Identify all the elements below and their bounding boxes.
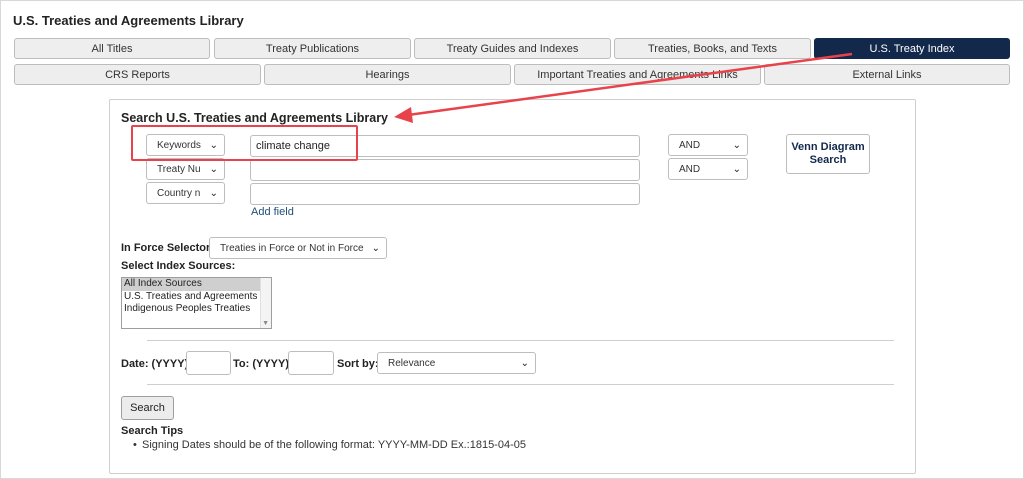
tab-crs-reports[interactable]: CRS Reports <box>14 64 261 85</box>
chevron-down-icon: ⌄ <box>732 139 741 151</box>
in-force-label: In Force Selector: <box>121 242 214 254</box>
index-source-option[interactable]: All Index Sources <box>122 278 271 291</box>
chevron-down-icon: ⌄ <box>209 163 218 175</box>
tab-important-treaties-links[interactable]: Important Treaties and Agreements Links <box>514 64 761 85</box>
date-to-input[interactable] <box>288 351 334 375</box>
tab-treaty-publications[interactable]: Treaty Publications <box>214 38 411 59</box>
tab-treaties-books-and-texts[interactable]: Treaties, Books, and Texts <box>614 38 811 59</box>
tab-external-links[interactable]: External Links <box>764 64 1010 85</box>
chevron-down-icon: ⌄ <box>520 357 529 369</box>
operator-select-1[interactable]: AND ⌄ <box>668 134 748 156</box>
sort-by-label: Sort by: <box>337 358 379 370</box>
index-source-option[interactable]: Indigenous Peoples Treaties <box>122 303 271 316</box>
sort-by-select[interactable]: Relevance ⌄ <box>377 352 536 374</box>
chevron-down-icon: ⌄ <box>371 242 380 254</box>
keyword-input-3[interactable] <box>250 183 640 205</box>
search-panel-title: Search U.S. Treaties and Agreements Libr… <box>121 111 389 125</box>
venn-diagram-search-button[interactable]: Venn Diagram Search <box>786 134 870 174</box>
chevron-down-icon: ⌄ <box>209 139 218 151</box>
field-select-2[interactable]: Treaty Nu ⌄ <box>146 158 225 180</box>
operator-select-1-value: AND <box>679 139 701 151</box>
in-force-select-value: Treaties in Force or Not in Force <box>220 242 364 254</box>
divider <box>147 340 894 341</box>
listbox-scrollbar[interactable]: ▼ <box>260 278 271 328</box>
keyword-input-2[interactable] <box>250 159 640 181</box>
tab-all-titles[interactable]: All Titles <box>14 38 210 59</box>
search-button[interactable]: Search <box>121 396 174 420</box>
search-tip-item: Signing Dates should be of the following… <box>133 439 526 451</box>
keyword-input-1[interactable]: climate change <box>250 135 640 157</box>
chevron-down-icon: ⌄ <box>732 163 741 175</box>
tab-us-treaty-index[interactable]: U.S. Treaty Index <box>814 38 1010 59</box>
tab-treaty-guides-and-indexes[interactable]: Treaty Guides and Indexes <box>414 38 611 59</box>
field-select-3[interactable]: Country n ⌄ <box>146 182 225 204</box>
tab-hearings[interactable]: Hearings <box>264 64 511 85</box>
index-sources-listbox[interactable]: All Index Sources U.S. Treaties and Agre… <box>121 277 272 329</box>
index-sources-label: Select Index Sources: <box>121 260 236 272</box>
to-label: To: (YYYY) <box>233 358 290 370</box>
field-select-3-value: Country n <box>157 187 201 199</box>
sort-by-select-value: Relevance <box>388 357 436 369</box>
library-title: U.S. Treaties and Agreements Library <box>13 13 244 28</box>
index-source-option[interactable]: U.S. Treaties and Agreements <box>122 291 271 304</box>
in-force-select[interactable]: Treaties in Force or Not in Force ⌄ <box>209 237 387 259</box>
date-from-input[interactable] <box>186 351 231 375</box>
date-label: Date: (YYYY) <box>121 358 189 370</box>
operator-select-2[interactable]: AND ⌄ <box>668 158 748 180</box>
chevron-down-icon: ⌄ <box>209 187 218 199</box>
field-select-2-value: Treaty Nu <box>157 163 201 175</box>
add-field-link[interactable]: Add field <box>251 206 294 218</box>
field-select-1-value: Keywords <box>157 139 201 151</box>
scroll-down-arrow-icon[interactable]: ▼ <box>262 320 269 327</box>
divider <box>147 384 894 385</box>
operator-select-2-value: AND <box>679 163 701 175</box>
field-select-1[interactable]: Keywords ⌄ <box>146 134 225 156</box>
search-tips-title: Search Tips <box>121 425 184 437</box>
